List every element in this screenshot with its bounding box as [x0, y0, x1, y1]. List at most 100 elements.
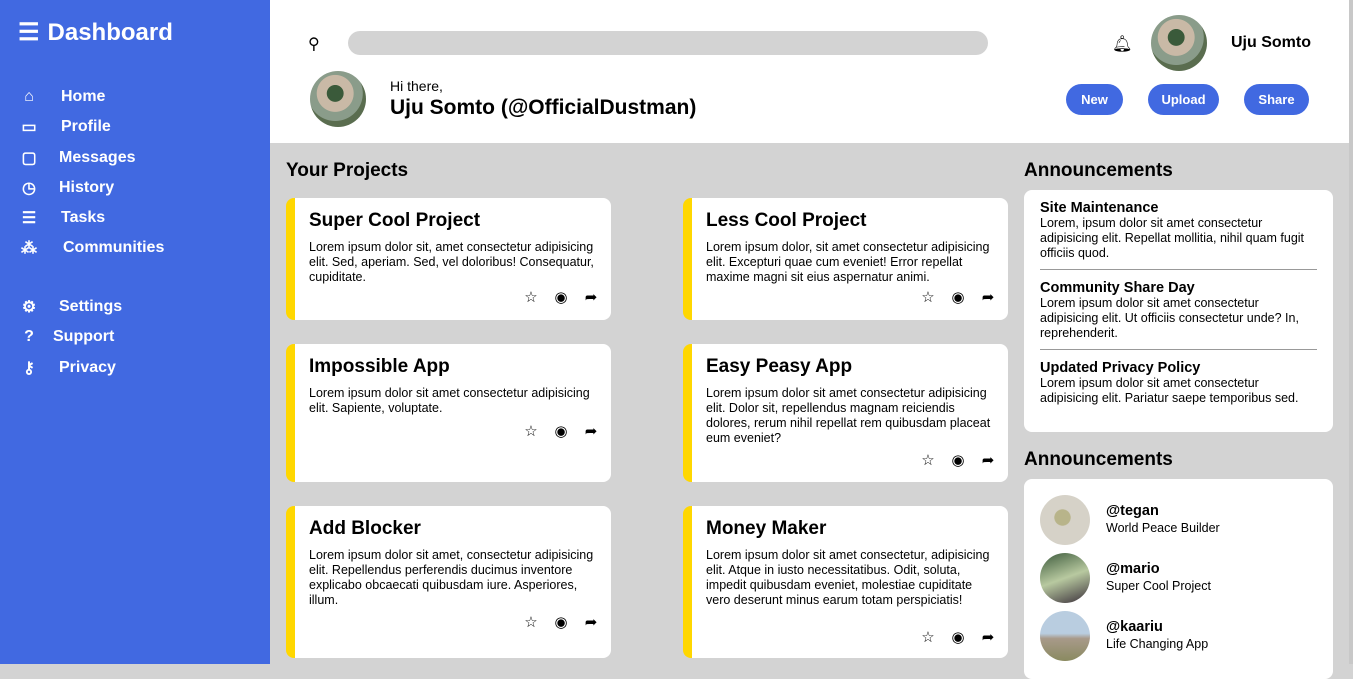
eye-icon[interactable]: ◉: [950, 451, 966, 469]
sidebar-item-label: Communities: [63, 239, 165, 256]
dashboard-brand[interactable]: ☰ Dashboard: [18, 18, 173, 47]
announcement-item[interactable]: Site Maintenance Lorem, ipsum dolor sit a…: [1040, 190, 1317, 270]
sidebar-item-settings[interactable]: ⚙ Settings: [18, 296, 122, 318]
share-icon[interactable]: ➦: [980, 628, 996, 646]
eye-icon[interactable]: ◉: [950, 288, 966, 306]
trending-title: Announcements: [1024, 449, 1173, 470]
star-icon[interactable]: ☆: [920, 451, 936, 469]
project-title: Add Blocker: [309, 518, 421, 539]
hamburger-icon[interactable]: ☰: [18, 18, 40, 47]
trending-item[interactable]: @mario Super Cool Project: [1040, 553, 1211, 603]
project-actions: ☆ ◉ ➦: [920, 628, 996, 646]
user-avatar[interactable]: [1151, 15, 1207, 71]
announcement-title: Updated Privacy Policy: [1040, 360, 1201, 376]
trending-project: Super Cool Project: [1106, 579, 1211, 593]
kaariu-avatar: [1040, 611, 1090, 661]
project-description: Lorem ipsum dolor sit amet consectetur a…: [706, 386, 991, 445]
sidebar-item-communities[interactable]: ⁂ Communities: [18, 237, 164, 259]
star-icon[interactable]: ☆: [920, 288, 936, 306]
search-icon[interactable]: ⚲: [308, 34, 320, 54]
eye-icon[interactable]: ◉: [553, 613, 569, 631]
sidebar-item-label: Tasks: [61, 209, 106, 226]
profile-avatar: [310, 71, 366, 127]
project-card[interactable]: Less Cool Project Lorem ipsum dolor, sit …: [683, 198, 1008, 320]
sidebar-item-messages[interactable]: ▢ Messages: [18, 147, 136, 169]
new-button[interactable]: New: [1066, 84, 1123, 115]
sidebar-item-label: Home: [61, 88, 106, 105]
project-description: Lorem ipsum dolor sit, amet consectetur …: [309, 240, 594, 284]
project-title: Impossible App: [309, 356, 450, 377]
sidebar-item-label: Settings: [59, 298, 123, 315]
home-icon: ⌂: [24, 88, 34, 105]
sidebar-item-history[interactable]: ◷ History: [18, 177, 114, 199]
sidebar-item-label: Support: [53, 328, 115, 345]
announcements-title: Announcements: [1024, 160, 1173, 181]
announcement-item[interactable]: Updated Privacy Policy Lorem ipsum dolor …: [1040, 350, 1317, 414]
search-input[interactable]: [348, 31, 988, 55]
project-card[interactable]: Money Maker Lorem ipsum dolor sit amet co…: [683, 506, 1008, 658]
brand-title: Dashboard: [47, 18, 173, 46]
projects-title: Your Projects: [286, 160, 409, 181]
project-actions: ☆ ◉ ➦: [523, 288, 599, 306]
project-actions: ☆ ◉ ➦: [523, 613, 599, 631]
sidebar-item-label: Privacy: [59, 359, 116, 376]
project-card[interactable]: Super Cool Project Lorem ipsum dolor sit,…: [286, 198, 611, 320]
project-card[interactable]: Easy Peasy App Lorem ipsum dolor sit amet…: [683, 344, 1008, 482]
sidebar-item-home[interactable]: ⌂ Home: [18, 86, 105, 108]
sidebar-item-label: Profile: [61, 118, 111, 135]
announcement-item[interactable]: Community Share Day Lorem ipsum dolor sit…: [1040, 270, 1317, 350]
user-name[interactable]: Uju Somto: [1231, 34, 1311, 52]
header: ⚲ 🔔︎ Uju Somto Hi there, Uju Somto (@Off…: [270, 0, 1350, 143]
project-title: Less Cool Project: [706, 210, 867, 231]
clock-icon: ◷: [22, 180, 36, 197]
eye-icon[interactable]: ◉: [553, 422, 569, 440]
project-actions: ☆ ◉ ➦: [523, 422, 599, 440]
sidebar-item-label: History: [59, 179, 115, 196]
trending-handle: @kaariu: [1106, 619, 1163, 635]
key-icon: ⚷: [23, 360, 35, 377]
project-title: Money Maker: [706, 518, 827, 539]
announcement-text: Lorem ipsum dolor sit amet consectetur a…: [1040, 296, 1299, 340]
project-actions: ☆ ◉ ➦: [920, 288, 996, 306]
share-icon[interactable]: ➦: [583, 288, 599, 306]
mario-avatar: [1040, 553, 1090, 603]
project-actions: ☆ ◉ ➦: [920, 451, 996, 469]
people-icon: ⁂: [21, 240, 37, 257]
sidebar: ☰ Dashboard ⌂ Home ▭ Profile ▢ Messages ◷ His…: [0, 0, 270, 664]
share-icon[interactable]: ➦: [980, 288, 996, 306]
share-icon[interactable]: ➦: [583, 422, 599, 440]
project-card[interactable]: Add Blocker Lorem ipsum dolor sit amet, c…: [286, 506, 611, 658]
eye-icon[interactable]: ◉: [950, 628, 966, 646]
profile-name: Uju Somto (@OfficialDustman): [390, 96, 697, 119]
share-icon[interactable]: ➦: [583, 613, 599, 631]
star-icon[interactable]: ☆: [920, 628, 936, 646]
bell-icon[interactable]: 🔔︎: [1112, 34, 1132, 54]
trending-item[interactable]: @tegan World Peace Builder: [1040, 495, 1220, 545]
scrollbar[interactable]: [1349, 0, 1353, 664]
trending-item[interactable]: @kaariu Life Changing App: [1040, 611, 1208, 661]
sidebar-item-privacy[interactable]: ⚷ Privacy: [18, 357, 116, 379]
upload-button[interactable]: Upload: [1148, 84, 1219, 115]
trending-panel: @tegan World Peace Builder @mario Super Co…: [1024, 479, 1333, 679]
trending-handle: @tegan: [1106, 503, 1159, 519]
sidebar-item-support[interactable]: ? Support: [18, 326, 114, 348]
trending-handle: @mario: [1106, 561, 1160, 577]
eye-icon[interactable]: ◉: [553, 288, 569, 306]
star-icon[interactable]: ☆: [523, 288, 539, 306]
share-button[interactable]: Share: [1244, 84, 1309, 115]
share-icon[interactable]: ➦: [980, 451, 996, 469]
project-card[interactable]: Impossible App Lorem ipsum dolor sit amet…: [286, 344, 611, 482]
trending-project: Life Changing App: [1106, 637, 1209, 651]
announcement-title: Site Maintenance: [1040, 200, 1159, 216]
announcement-text: Lorem ipsum dolor sit amet consectetur a…: [1040, 376, 1299, 405]
star-icon[interactable]: ☆: [523, 613, 539, 631]
project-description: Lorem ipsum dolor sit amet consectetur, …: [706, 548, 990, 607]
question-icon: ?: [24, 328, 34, 345]
tasks-icon: ☰: [21, 210, 37, 227]
sidebar-item-label: Messages: [59, 149, 136, 166]
trending-project: World Peace Builder: [1106, 521, 1220, 535]
sidebar-item-tasks[interactable]: ☰ Tasks: [18, 207, 105, 229]
sidebar-item-profile[interactable]: ▭ Profile: [18, 116, 111, 138]
project-description: Lorem ipsum dolor sit amet, consectetur …: [309, 548, 594, 607]
star-icon[interactable]: ☆: [523, 422, 539, 440]
